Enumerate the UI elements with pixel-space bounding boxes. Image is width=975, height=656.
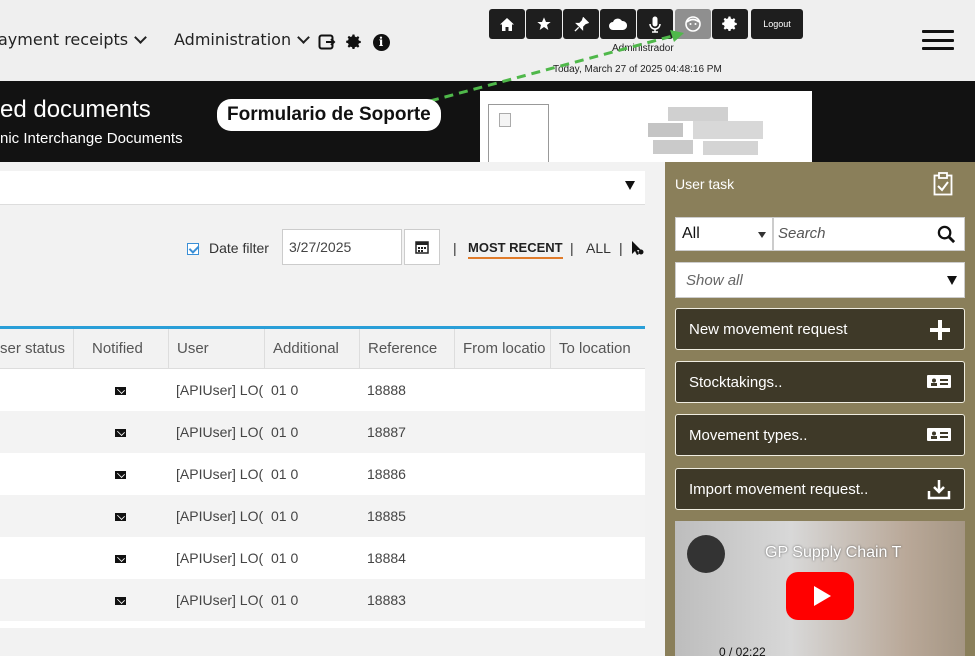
documents-grid: ser status Notified User Additional Refe… <box>0 326 645 628</box>
calendar-icon <box>415 241 429 254</box>
most-recent-filter[interactable]: MOST RECENT <box>468 240 563 259</box>
support-form-tooltip: Formulario de Soporte <box>217 99 441 131</box>
cell-user: [APIUser] LO( <box>176 508 264 524</box>
new-movement-request-button[interactable]: New movement request <box>675 308 965 350</box>
main-content: Date filter | MOST RECENT | ALL | ser st… <box>0 162 665 656</box>
envelope-icon <box>115 429 126 437</box>
task-scope-select[interactable]: All <box>675 217 773 251</box>
all-filter[interactable]: ALL <box>586 240 611 256</box>
cell-additional: 01 0 <box>271 382 299 398</box>
cell-user: [APIUser] LO( <box>176 466 264 482</box>
column-reference[interactable]: Reference <box>360 329 455 369</box>
envelope-icon <box>115 513 126 521</box>
download-icon <box>927 480 951 500</box>
video-title[interactable]: GP Supply Chain T <box>765 544 901 562</box>
channel-logo[interactable] <box>687 535 725 573</box>
user-task-panel: User task All Search Show all New moveme… <box>665 162 975 656</box>
document-type-select[interactable] <box>0 171 645 205</box>
task-search-input[interactable]: Search <box>773 217 965 251</box>
caret-down-icon <box>947 276 957 285</box>
cell-additional: 01 0 <box>271 508 299 524</box>
search-icon[interactable] <box>937 225 956 244</box>
caret-down-icon <box>758 232 766 238</box>
table-row[interactable]: [APIUser] LO( 01 0 18884 <box>0 537 645 579</box>
envelope-icon <box>115 555 126 563</box>
task-scope-value: All <box>682 225 700 242</box>
import-movement-request-label: Import movement request.. <box>689 480 869 498</box>
cell-additional: 01 0 <box>271 592 299 608</box>
task-filter-select[interactable]: Show all <box>675 262 965 298</box>
table-row[interactable]: [APIUser] LO( 01 0 18885 <box>0 495 645 537</box>
column-notified[interactable]: Notified <box>74 329 169 369</box>
date-filter-input[interactable] <box>282 229 402 265</box>
user-task-title: User task <box>675 176 735 192</box>
cell-user: [APIUser] LO( <box>176 382 264 398</box>
clipboard-check-icon[interactable] <box>933 172 953 196</box>
cell-user: [APIUser] LO( <box>176 592 264 608</box>
cell-reference: 18887 <box>367 424 406 440</box>
video-time: 0 / 02:22 <box>719 645 766 656</box>
date-filter-label: Date filter <box>209 240 269 256</box>
table-row[interactable]: [APIUser] LO( 01 0 18888 <box>0 369 645 411</box>
cell-reference: 18888 <box>367 382 406 398</box>
envelope-icon <box>115 387 126 395</box>
cell-additional: 01 0 <box>271 466 299 482</box>
cell-reference: 18883 <box>367 592 406 608</box>
id-card-icon <box>927 428 951 441</box>
cell-user: [APIUser] LO( <box>176 424 264 440</box>
separator: | <box>570 240 574 256</box>
stocktakings-label: Stocktakings.. <box>689 373 783 391</box>
import-movement-request-button[interactable]: Import movement request.. <box>675 468 965 510</box>
column-from-location[interactable]: From locatio <box>455 329 551 369</box>
embedded-video[interactable]: GP Supply Chain T 0 / 02:22 <box>675 521 965 656</box>
grid-header: ser status Notified User Additional Refe… <box>0 329 645 369</box>
envelope-icon <box>115 597 126 605</box>
filter-settings-icon[interactable] <box>631 240 644 256</box>
column-additional[interactable]: Additional <box>265 329 360 369</box>
cell-additional: 01 0 <box>271 550 299 566</box>
video-play-button[interactable] <box>786 572 854 620</box>
id-card-icon <box>927 375 951 388</box>
cell-reference: 18884 <box>367 550 406 566</box>
table-row[interactable]: [APIUser] LO( 01 0 18887 <box>0 411 645 453</box>
column-to-location[interactable]: To location <box>551 329 645 369</box>
separator: | <box>453 240 457 256</box>
separator: | <box>619 240 623 256</box>
new-movement-request-label: New movement request <box>689 320 848 338</box>
movement-types-button[interactable]: Movement types.. <box>675 414 965 456</box>
table-row[interactable]: [APIUser] LO( 01 0 18883 <box>0 579 645 621</box>
cell-user: [APIUser] LO( <box>176 550 264 566</box>
column-user[interactable]: User <box>169 329 265 369</box>
cell-additional: 01 0 <box>271 424 299 440</box>
stocktakings-button[interactable]: Stocktakings.. <box>675 361 965 403</box>
caret-down-icon <box>625 181 635 190</box>
cell-reference: 18885 <box>367 508 406 524</box>
calendar-button[interactable] <box>404 229 440 265</box>
envelope-icon <box>115 471 126 479</box>
table-row[interactable]: [APIUser] LO( 01 0 18886 <box>0 453 645 495</box>
column-user-status[interactable]: ser status <box>0 329 74 369</box>
plus-icon <box>930 320 950 340</box>
date-filter-checkbox[interactable] <box>187 243 199 255</box>
movement-types-label: Movement types.. <box>689 426 808 444</box>
task-filter-value: Show all <box>686 272 743 289</box>
search-placeholder: Search <box>778 225 826 242</box>
cell-reference: 18886 <box>367 466 406 482</box>
